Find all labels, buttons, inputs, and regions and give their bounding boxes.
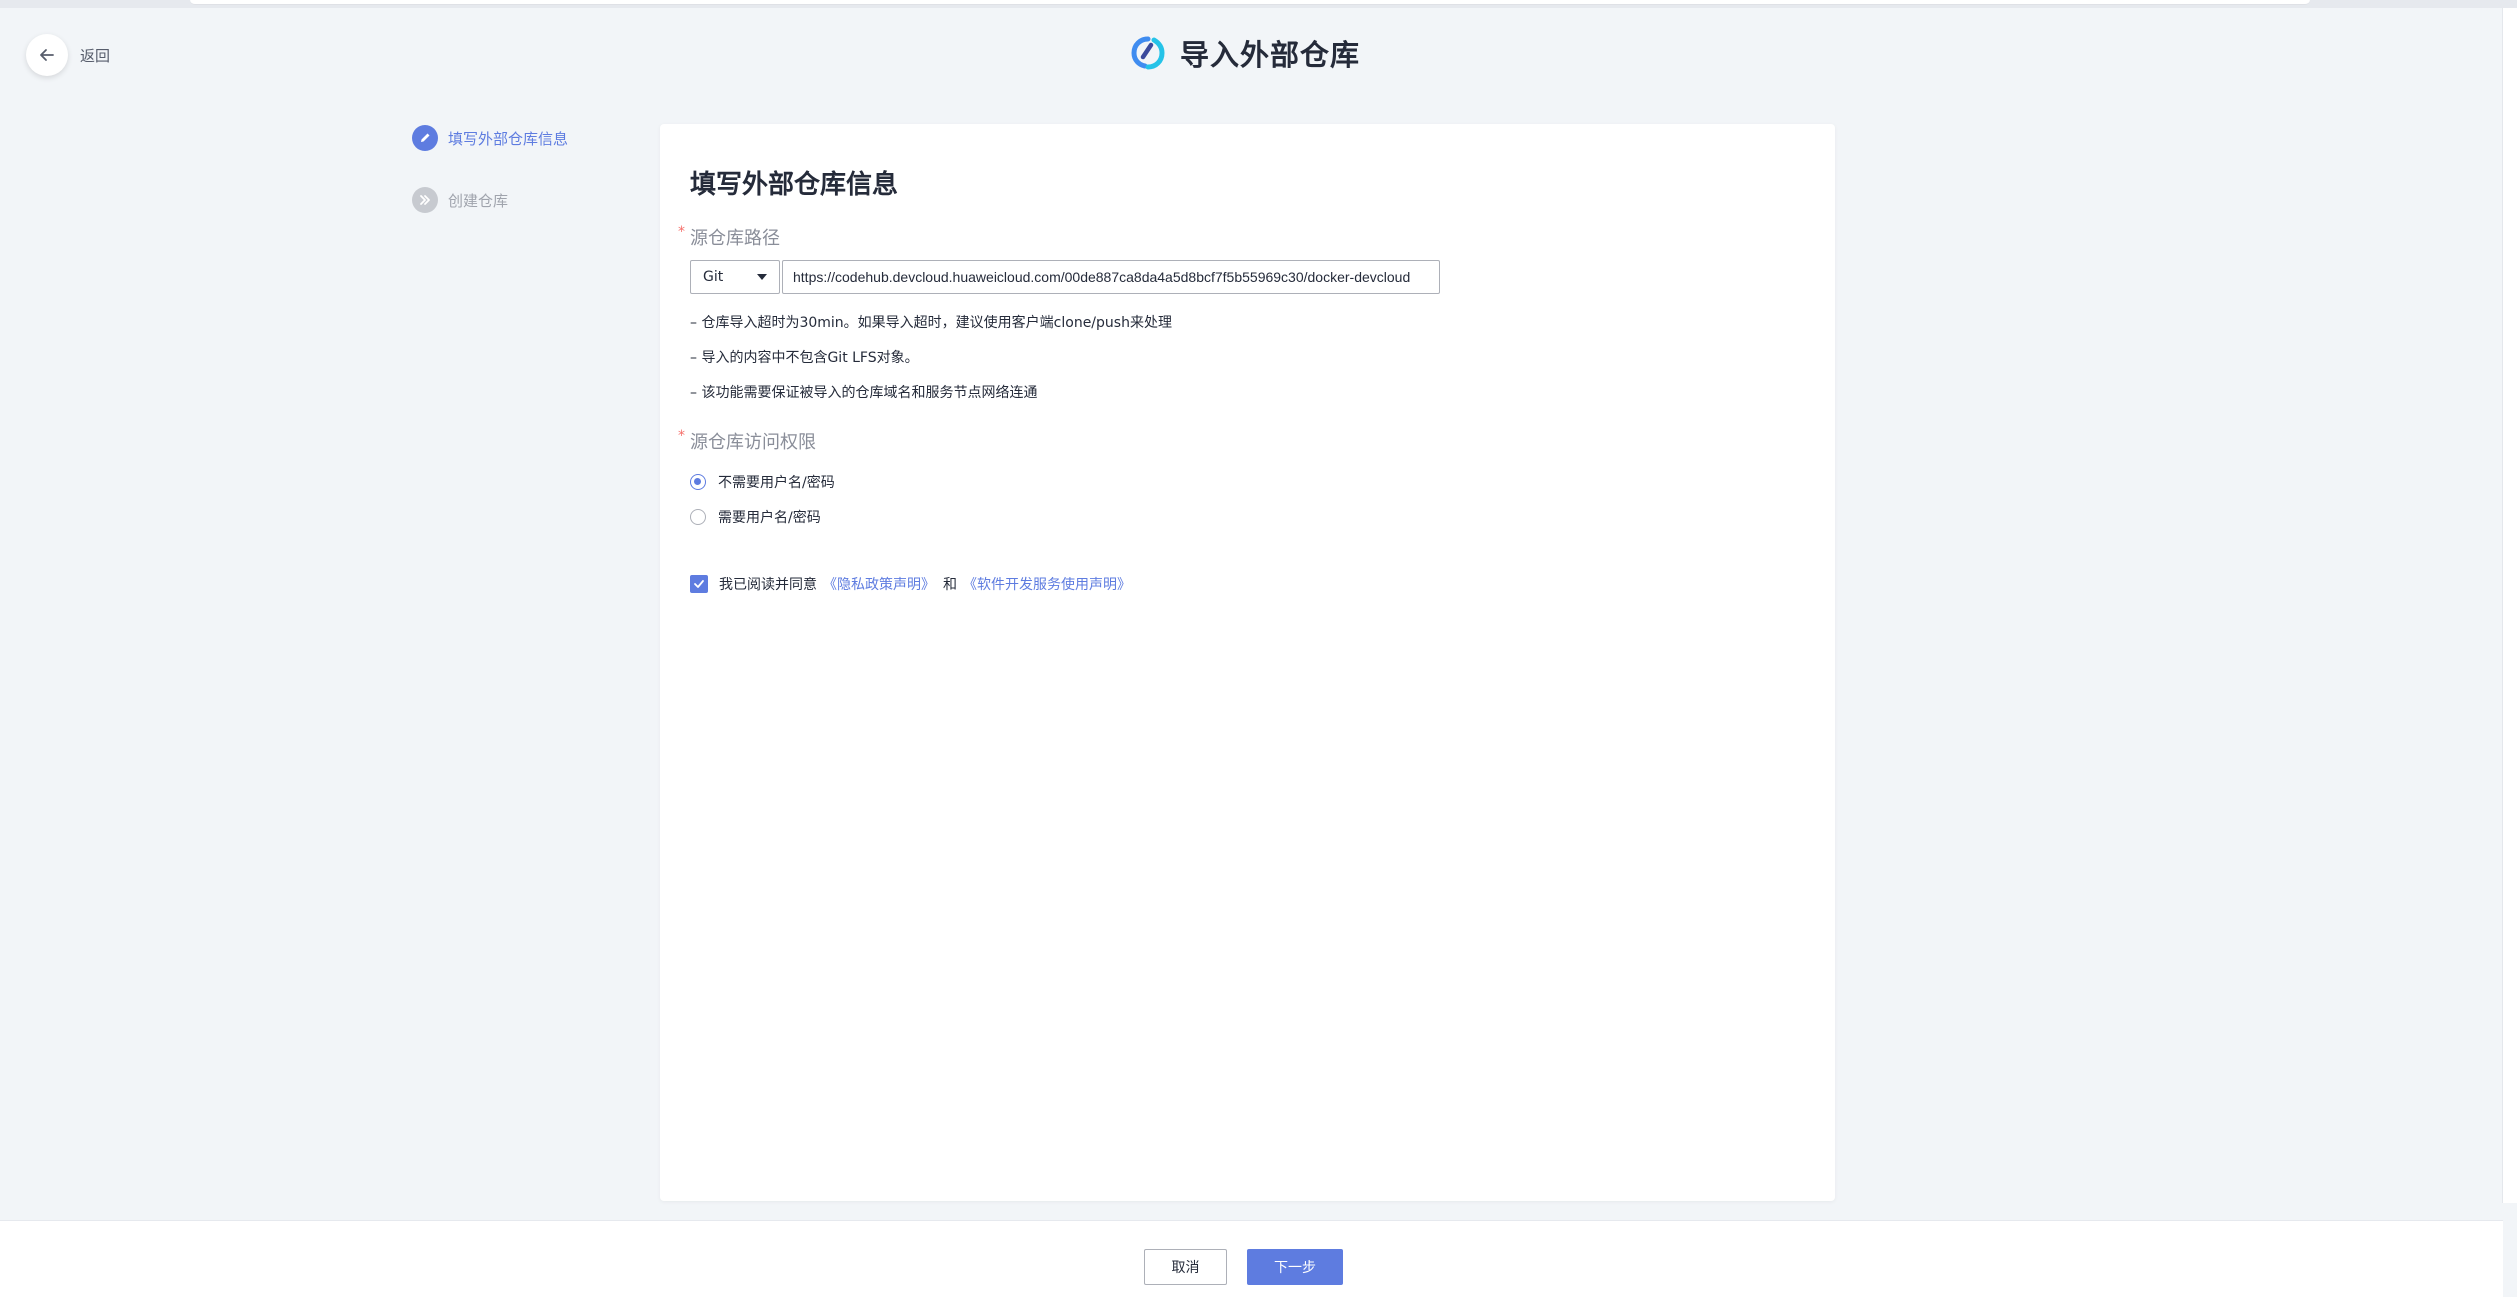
form-title: 填写外部仓库信息: [690, 170, 899, 200]
source-path-label: * 源仓库路径: [678, 224, 780, 250]
access-label: * 源仓库访问权限: [678, 428, 816, 454]
radio-no-credentials[interactable]: 不需要用户名/密码: [690, 472, 835, 492]
radio-button[interactable]: [690, 474, 706, 490]
back-label[interactable]: 返回: [80, 45, 110, 66]
radio-label: 不需要用户名/密码: [718, 475, 835, 491]
and-text: 和: [943, 577, 957, 593]
repo-type-select[interactable]: Git: [690, 260, 780, 294]
agree-text: 我已阅读并同意: [719, 577, 817, 593]
step-label: 创建仓库: [448, 191, 509, 210]
repo-url-input[interactable]: [782, 260, 1440, 294]
radio-label: 需要用户名/密码: [718, 510, 821, 526]
agree-checkbox[interactable]: [690, 575, 708, 593]
step-fill-info[interactable]: 填写外部仓库信息: [412, 125, 568, 151]
page-scrollbar[interactable]: [2502, 8, 2517, 1203]
page-title: 导入外部仓库: [1180, 38, 1361, 72]
wizard-steps: 填写外部仓库信息 创建仓库: [412, 125, 568, 249]
import-form-card: 填写外部仓库信息 * 源仓库路径 Git – 仓库导入超时为30min。如果导入…: [660, 124, 1835, 1201]
step-create-repo[interactable]: 创建仓库: [412, 187, 568, 213]
source-path-row: Git: [690, 260, 1440, 294]
note-network: – 该功能需要保证被导入的仓库域名和服务节点网络连通: [690, 385, 1038, 401]
access-label-text: 源仓库访问权限: [690, 432, 816, 453]
footer-bar: 取消 下一步: [0, 1220, 2503, 1297]
page-header: 导入外部仓库: [1128, 32, 1360, 74]
devcloud-logo-icon: [1131, 36, 1165, 70]
caret-down-icon: [757, 274, 767, 280]
back-arrow-icon[interactable]: [26, 34, 68, 76]
repo-type-value: Git: [703, 269, 724, 285]
top-bar-edge: [190, 0, 2310, 5]
radio-button[interactable]: [690, 509, 706, 525]
browser-top-strip: [0, 0, 2517, 8]
cancel-button[interactable]: 取消: [1144, 1249, 1227, 1285]
step-label: 填写外部仓库信息: [448, 129, 569, 148]
source-path-label-text: 源仓库路径: [690, 228, 780, 249]
back-button[interactable]: 返回: [26, 34, 110, 76]
required-mark: *: [678, 224, 685, 240]
note-timeout: – 仓库导入超时为30min。如果导入超时，建议使用客户端clone/push来…: [690, 315, 1172, 331]
radio-need-credentials[interactable]: 需要用户名/密码: [690, 507, 821, 527]
double-chevron-right-icon: [412, 187, 438, 213]
note-lfs: – 导入的内容中不包含Git LFS对象。: [690, 350, 919, 366]
required-mark: *: [678, 428, 685, 444]
next-button[interactable]: 下一步: [1247, 1249, 1343, 1285]
agreement-row: 我已阅读并同意 《隐私政策声明》 和 《软件开发服务使用声明》: [690, 574, 1131, 594]
privacy-policy-link[interactable]: 《隐私政策声明》: [823, 574, 935, 594]
service-statement-link[interactable]: 《软件开发服务使用声明》: [963, 574, 1131, 594]
pencil-icon: [412, 125, 438, 151]
checkmark-icon: [694, 580, 704, 588]
